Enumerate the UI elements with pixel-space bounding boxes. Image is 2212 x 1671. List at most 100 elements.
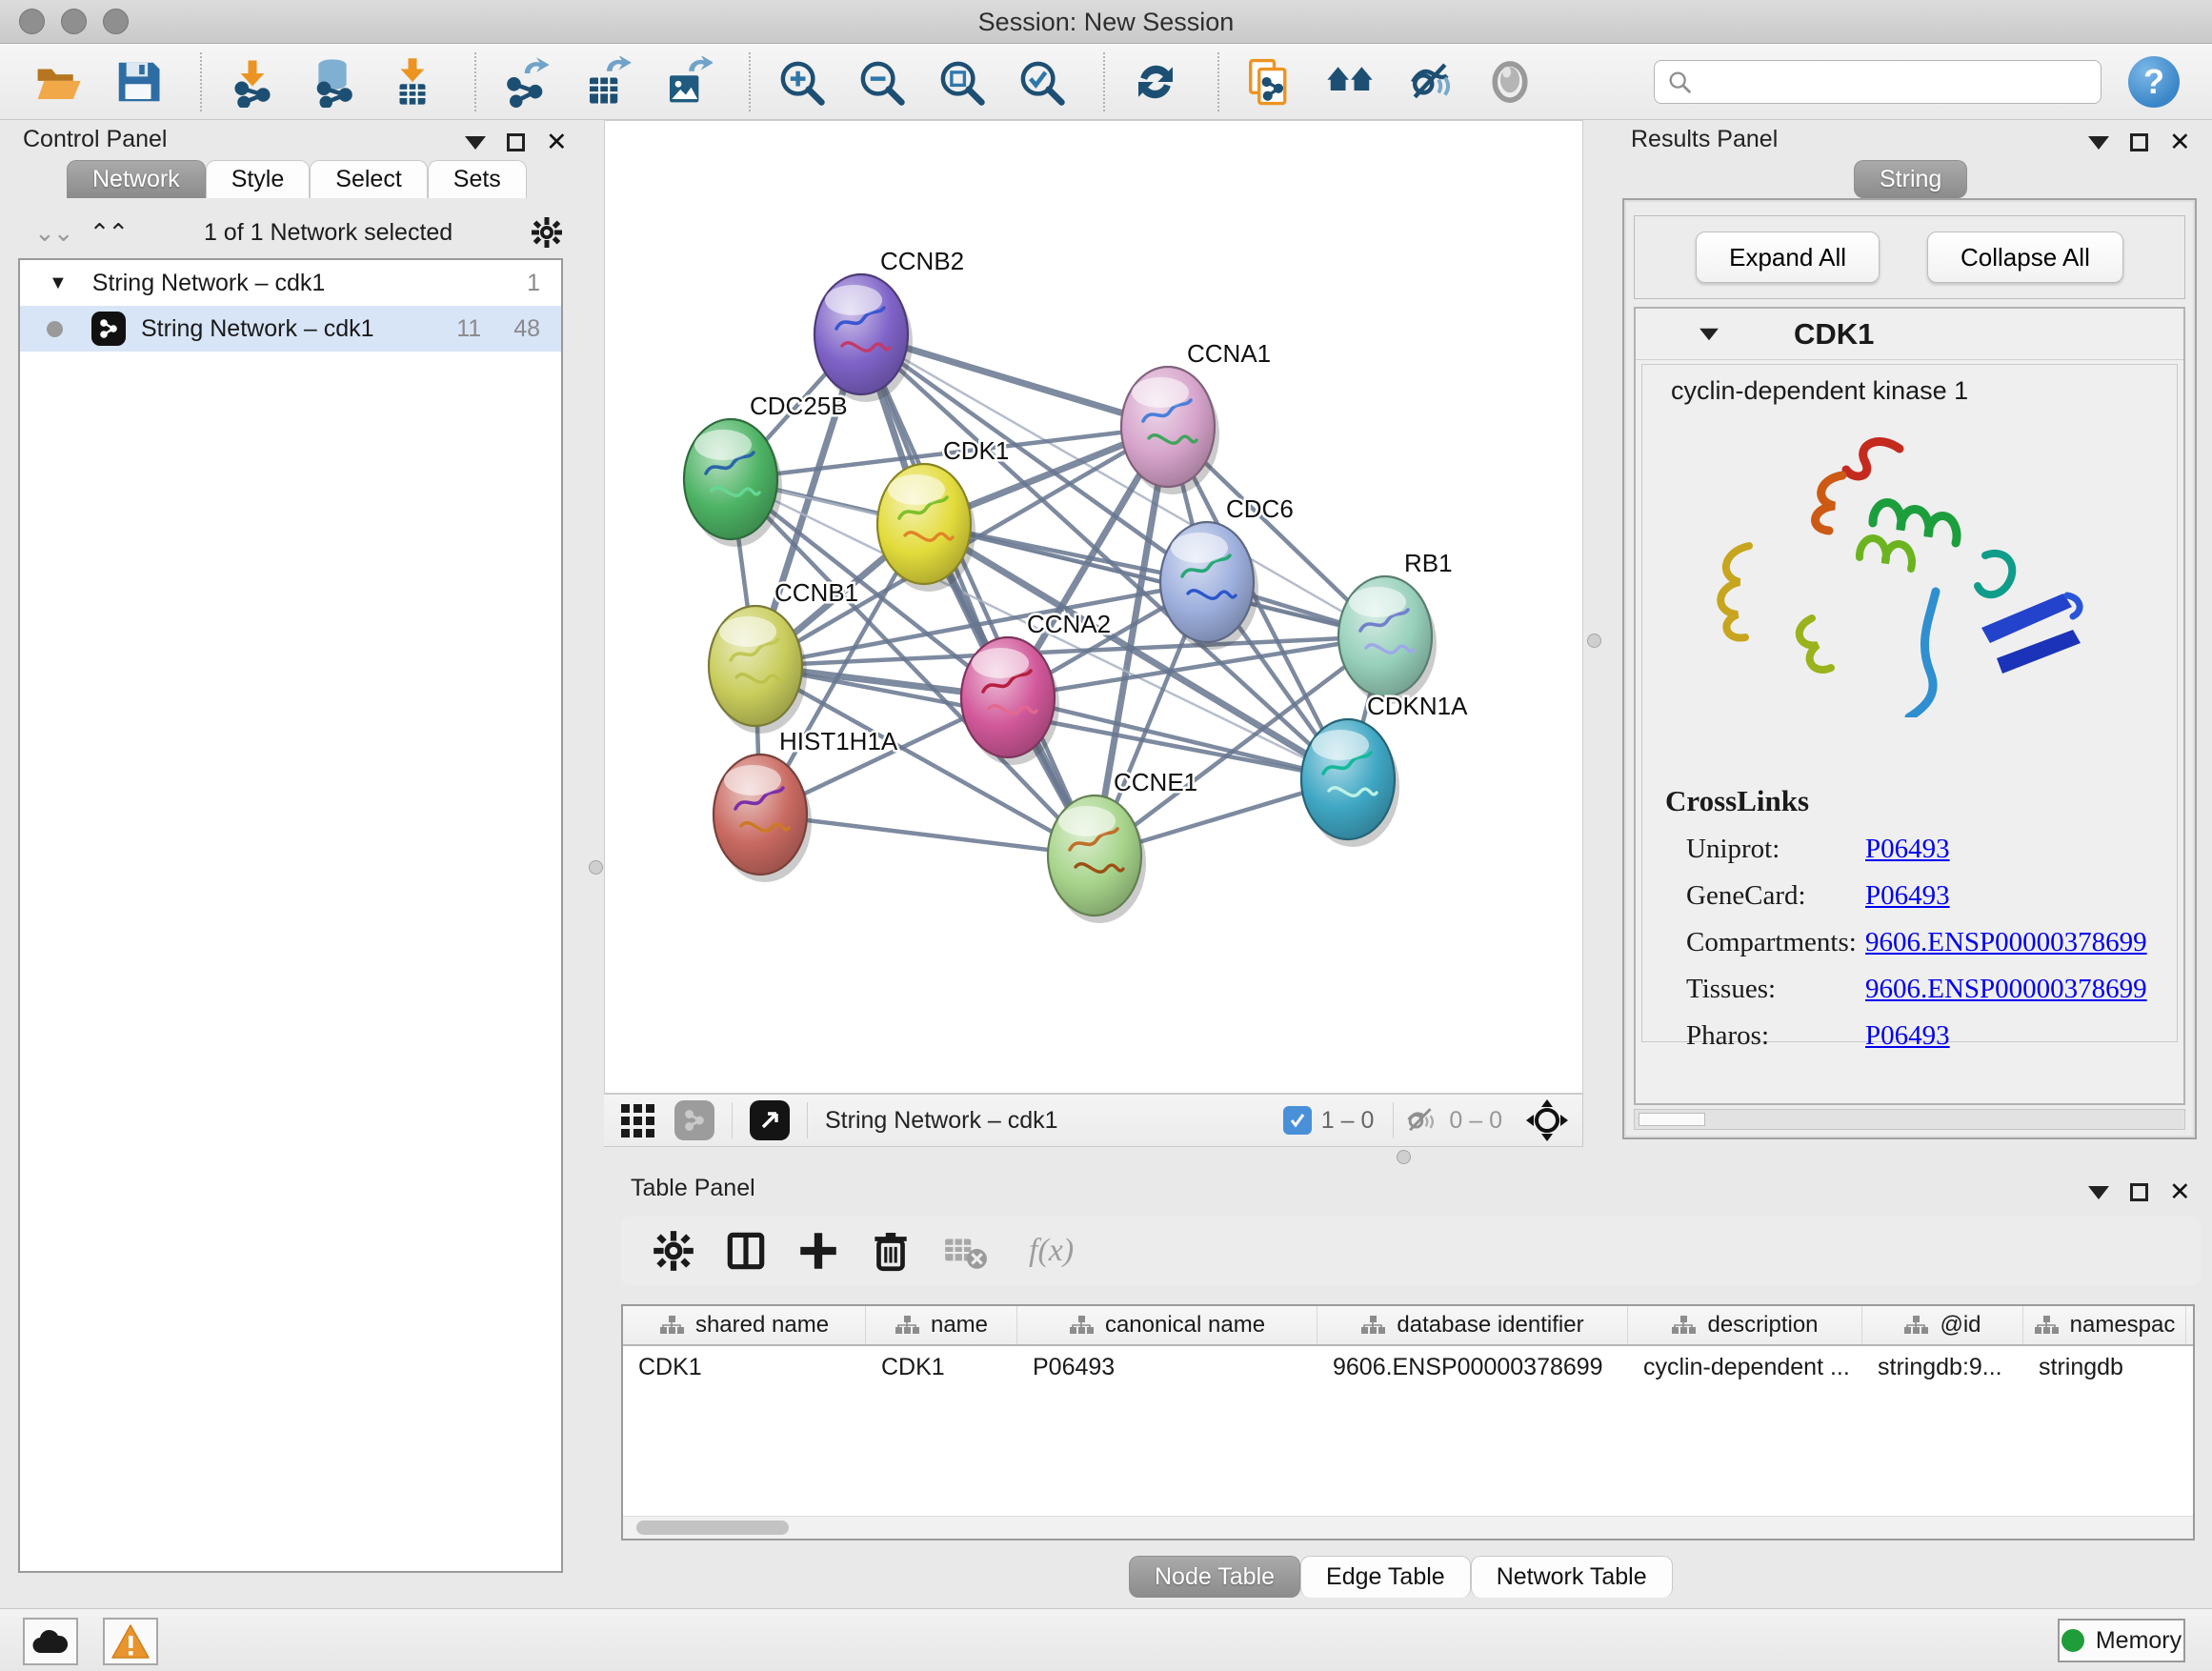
table-cell[interactable]: 9606.ENSP00000378699 [1317,1346,1628,1388]
collapse-all-button[interactable]: Collapse All [1927,232,2123,283]
table-panel-collapse-icon[interactable] [2088,1186,2109,1199]
network-node[interactable]: RB1 [1338,549,1453,704]
network-row[interactable]: String Network – cdk1 11 48 [20,306,561,352]
table-cell[interactable]: stringdb:9... [1862,1346,2023,1388]
delete-column-trash-icon[interactable] [867,1227,915,1275]
table-cell[interactable]: cyclin-dependent ... [1628,1346,1862,1388]
column-header-name[interactable]: name [866,1306,1017,1344]
column-header-namespac[interactable]: namespac [2023,1306,2186,1344]
show-sphere-icon[interactable] [1484,56,1536,108]
network-list-options-gear-icon[interactable] [530,215,564,250]
refresh-icon[interactable] [1130,56,1181,108]
table-toolbar: f(x) [621,1217,2201,1285]
tab-string[interactable]: String [1854,160,1967,198]
expand-all-button[interactable]: Expand All [1696,232,1880,283]
show-columns-icon[interactable] [722,1227,770,1275]
zoom-in-icon[interactable] [775,56,827,108]
control-panel-float-icon[interactable] [507,133,525,151]
create-column-plus-icon[interactable] [794,1227,842,1275]
left-splitter[interactable] [589,120,604,1608]
export-table-icon[interactable] [581,56,633,108]
zoom-selected-icon[interactable] [1016,56,1067,108]
save-session-icon[interactable] [112,56,164,108]
selected-nodes-checkbox-icon[interactable] [1283,1106,1312,1135]
bottom-splitter[interactable] [604,1147,2212,1168]
table-horizontal-scrollbar[interactable] [623,1516,2193,1539]
splitter-handle[interactable] [1587,634,1601,648]
control-panel-collapse-icon[interactable] [465,136,486,150]
birds-eye-view-icon[interactable] [750,1100,790,1140]
tab-style[interactable]: Style [206,160,311,198]
table-options-gear-icon[interactable] [650,1227,697,1275]
network-canvas[interactable]: CCNB2CCNA1CDC25BCDK1CDC6RB1CCNB1CCNA2CDK… [604,120,1583,1094]
open-session-icon[interactable] [32,56,84,108]
results-panel-collapse-icon[interactable] [2088,136,2109,150]
table-panel-float-icon[interactable] [2130,1183,2148,1201]
crosslink-link[interactable]: P06493 [1865,834,1950,865]
column-header--id[interactable]: @id [1862,1306,2023,1344]
scrollbar-thumb[interactable] [1639,1113,1705,1126]
zoom-fit-icon[interactable] [935,56,987,108]
zoom-out-icon[interactable] [855,56,907,108]
table-cell[interactable]: CDK1 [623,1346,866,1388]
splitter-handle[interactable] [1397,1150,1411,1164]
scrollbar-thumb[interactable] [636,1520,789,1535]
crosslink-link[interactable]: 9606.ENSP00000378699 [1865,927,2147,958]
network-node[interactable]: CDKN1A [1301,692,1468,847]
results-panel-float-icon[interactable] [2130,133,2148,151]
search-box[interactable] [1654,60,2101,104]
results-horizontal-scrollbar[interactable] [1634,1109,2185,1130]
crosslink-link[interactable]: 9606.ENSP00000378699 [1865,974,2147,1005]
fit-content-crosshair-icon[interactable] [1525,1098,1569,1142]
tab-node-table[interactable]: Node Table [1129,1556,1300,1598]
warnings-button[interactable] [103,1618,158,1665]
export-image-icon[interactable] [661,56,713,108]
column-header-shared-name[interactable]: shared name [623,1306,866,1344]
table-row[interactable]: CDK1CDK1P064939606.ENSP00000378699cyclin… [623,1346,2193,1388]
table-cell[interactable]: P06493 [1017,1346,1317,1388]
column-header-canonical-name[interactable]: canonical name [1017,1306,1317,1344]
tab-edge-table[interactable]: Edge Table [1300,1556,1471,1598]
tab-select[interactable]: Select [310,160,427,198]
tab-sets[interactable]: Sets [428,160,527,198]
crosslink-link[interactable]: P06493 [1865,880,1950,912]
network-node[interactable]: CCNB2 [814,247,964,402]
string-home-icon[interactable] [1324,56,1376,108]
crosslink-link[interactable]: P06493 [1865,1020,1950,1052]
network-edge[interactable] [924,524,1385,636]
import-network-icon[interactable] [227,56,278,108]
protein-card-disclosure-icon[interactable] [1699,328,1719,340]
memory-button[interactable]: Memory [2058,1619,2185,1662]
network-edge[interactable] [861,334,1095,856]
splitter-handle[interactable] [589,860,603,875]
column-type-icon [1903,1315,1928,1336]
table-cell[interactable]: stringdb [2023,1346,2186,1388]
export-network-icon[interactable] [501,56,553,108]
column-header-database-identifier[interactable]: database identifier [1317,1306,1628,1344]
results-panel-close-icon[interactable]: ✕ [2169,130,2191,155]
search-input[interactable] [1693,69,2089,95]
network-node[interactable]: CCNE1 [1048,768,1197,923]
collapse-all-networks-icon[interactable]: ⌄⌄ [34,227,72,239]
hide-glasses-icon[interactable] [1404,56,1456,108]
tab-network-table[interactable]: Network Table [1471,1556,1673,1598]
network-node[interactable]: HIST1H1A [714,727,898,882]
expand-all-networks-icon[interactable]: ⌃⌃ [90,227,128,239]
column-header-description[interactable]: description [1628,1306,1862,1344]
import-table-icon[interactable] [387,56,438,108]
share-view-icon[interactable] [674,1100,714,1140]
clone-network-icon[interactable] [1244,56,1296,108]
table-cell[interactable]: CDK1 [866,1346,1017,1388]
control-panel-close-icon[interactable]: ✕ [546,130,568,155]
cloud-button[interactable] [23,1618,78,1665]
collection-disclosure-icon[interactable]: ▼ [49,272,68,294]
network-graph[interactable]: CCNB2CCNA1CDC25BCDK1CDC6RB1CCNB1CCNA2CDK… [605,121,1582,1093]
import-network-database-icon[interactable] [307,56,358,108]
help-button[interactable]: ? [2128,56,2180,108]
grid-view-icon[interactable] [617,1100,657,1140]
right-splitter[interactable] [1583,120,1608,1147]
network-node[interactable]: CCNA1 [1121,339,1271,494]
table-panel-close-icon[interactable]: ✕ [2169,1179,2191,1205]
network-collection-row[interactable]: ▼ String Network – cdk1 1 [20,260,561,306]
tab-network[interactable]: Network [67,160,206,198]
